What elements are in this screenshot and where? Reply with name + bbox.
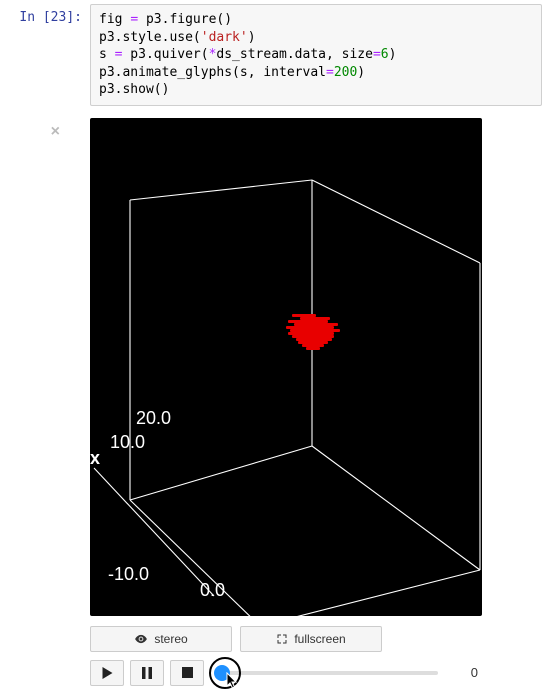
code-token: p3.show(): [99, 82, 169, 97]
code-token: 'dark': [201, 30, 248, 45]
input-prompt: In [23]:: [8, 4, 90, 106]
code-token: =: [326, 65, 334, 80]
code-cell[interactable]: fig = p3.figure() p3.style.use('dark') s…: [90, 4, 542, 106]
tick-label: -10.0: [108, 564, 149, 584]
pause-button[interactable]: [130, 660, 164, 686]
expand-icon: [276, 633, 288, 645]
fullscreen-button[interactable]: fullscreen: [240, 626, 382, 652]
code-token: 200: [334, 65, 357, 80]
code-token: ): [357, 65, 365, 80]
fullscreen-button-label: fullscreen: [294, 632, 345, 646]
code-token: ): [248, 30, 256, 45]
stop-icon: [182, 667, 193, 678]
frame-number: 0: [444, 665, 482, 680]
axis-label-x: x: [90, 448, 100, 468]
code-token: ): [389, 47, 397, 62]
stereo-button-label: stereo: [154, 632, 187, 646]
code-token: 6: [381, 47, 389, 62]
pause-icon: [142, 667, 152, 679]
eye-icon: [134, 632, 148, 646]
code-token: =: [373, 47, 381, 62]
code-token: s: [99, 47, 115, 62]
stop-button[interactable]: [170, 660, 204, 686]
code-token: p3.quiver(: [122, 47, 208, 62]
code-token: p3.figure(): [138, 12, 232, 27]
play-icon: [102, 667, 113, 679]
slider-thumb[interactable]: [214, 665, 230, 681]
code-token: fig: [99, 12, 130, 27]
play-button[interactable]: [90, 660, 124, 686]
code-token: p3.animate_glyphs(s, interval: [99, 65, 326, 80]
code-token: p3.style.use(: [99, 30, 201, 45]
tick-label: 0.0: [200, 580, 225, 600]
frame-slider[interactable]: [216, 660, 438, 686]
close-output-button[interactable]: ×: [51, 124, 60, 140]
stereo-button[interactable]: stereo: [90, 626, 232, 652]
code-token: =: [130, 12, 138, 27]
quiver-glyphs: [286, 312, 348, 352]
code-token: ds_stream.data, size: [216, 47, 373, 62]
tick-label: 20.0: [136, 408, 171, 428]
axes-wireframe: x 20.0 10.0 -10.0 0.0: [90, 118, 482, 616]
slider-track: [216, 671, 438, 675]
ipyvolume-3d-canvas[interactable]: x 20.0 10.0 -10.0 0.0: [90, 118, 482, 616]
tick-label: 10.0: [110, 432, 145, 452]
